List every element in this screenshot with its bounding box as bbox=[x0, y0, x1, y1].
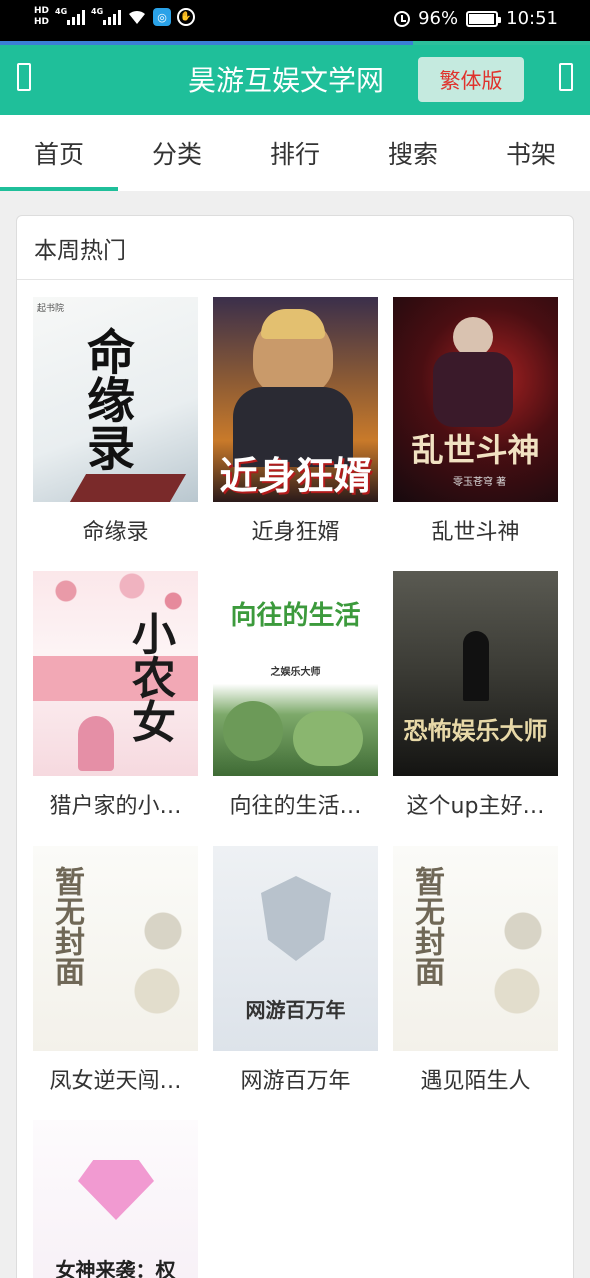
book-item[interactable]: 女神来袭：权 bbox=[33, 1120, 198, 1278]
book-item[interactable]: 起书院 命缘录 命缘录 bbox=[33, 297, 198, 546]
book-cover[interactable]: 小农女 bbox=[33, 571, 198, 776]
alarm-icon bbox=[394, 10, 411, 27]
clock: 10:51 bbox=[506, 8, 558, 29]
cover-title: 命缘录 bbox=[78, 327, 134, 471]
book-title: 乱世斗神 bbox=[431, 520, 520, 545]
cover-title: 小农女 bbox=[124, 611, 175, 743]
cover-subtitle: 之娱乐大师 bbox=[270, 667, 321, 678]
book-cover[interactable]: 暂无封面 bbox=[33, 846, 198, 1051]
book-cover[interactable]: 女神来袭：权 bbox=[33, 1120, 198, 1278]
book-item[interactable]: 暂无封面 遇见陌生人 bbox=[393, 846, 558, 1095]
hd-label: HD bbox=[34, 6, 50, 16]
book-title: 向往的生活… bbox=[229, 794, 362, 819]
book-title: 遇见陌生人 bbox=[420, 1069, 531, 1094]
tab-category[interactable]: 分类 bbox=[118, 115, 236, 191]
weekly-hot-panel: 本周热门 起书院 命缘录 命缘录 近身狂婿 近身狂婿 乱世斗神 零玉苍穹 著 乱… bbox=[16, 215, 574, 1278]
battery-percent: 96% bbox=[418, 8, 459, 29]
book-cover[interactable]: 恐怖娱乐大师 bbox=[393, 571, 558, 776]
site-title-text: 昊游互娱文学网 bbox=[187, 64, 384, 97]
cover-publisher: 起书院 bbox=[37, 304, 65, 314]
book-cover[interactable]: 暂无封面 bbox=[393, 846, 558, 1051]
book-item[interactable]: 近身狂婿 近身狂婿 bbox=[213, 297, 378, 546]
book-item[interactable]: 乱世斗神 零玉苍穹 著 乱世斗神 bbox=[393, 297, 558, 546]
book-title: 这个up主好… bbox=[406, 794, 545, 819]
battery-icon bbox=[466, 10, 502, 27]
status-bar: HD HD 4G 4G ◎ ✋ 96% 10:51 bbox=[0, 0, 590, 41]
book-item[interactable]: 恐怖娱乐大师 这个up主好… bbox=[393, 571, 558, 820]
signal-label-2: 4G bbox=[91, 7, 104, 16]
cover-title: 暂无封面 bbox=[409, 866, 444, 986]
hd-indicator: HD HD bbox=[34, 6, 49, 28]
tab-home[interactable]: 首页 bbox=[0, 115, 118, 191]
cover-title: 恐怖娱乐大师 bbox=[403, 716, 548, 745]
cover-title: 暂无封面 bbox=[49, 866, 84, 986]
traditional-chinese-button[interactable]: 繁体版 bbox=[418, 57, 524, 102]
book-item[interactable]: 暂无封面 凤女逆天闯… bbox=[33, 846, 198, 1095]
book-title: 网游百万年 bbox=[240, 1069, 351, 1094]
book-cover[interactable]: 近身狂婿 bbox=[213, 297, 378, 502]
wifi-icon bbox=[127, 9, 147, 25]
tab-bookshelf[interactable]: 书架 bbox=[472, 115, 590, 191]
cover-title: 网游百万年 bbox=[245, 998, 346, 1022]
cover-title: 近身狂婿 bbox=[219, 453, 372, 498]
book-cover[interactable]: 向往的生活 之娱乐大师 bbox=[213, 571, 378, 776]
book-item[interactable]: 网游百万年 网游百万年 bbox=[213, 846, 378, 1095]
book-item[interactable]: 小农女 猎户家的小… bbox=[33, 571, 198, 820]
book-cover[interactable]: 乱世斗神 零玉苍穹 著 bbox=[393, 297, 558, 502]
book-cover[interactable]: 起书院 命缘录 bbox=[33, 297, 198, 502]
section-title: 本周热门 bbox=[17, 216, 573, 280]
user-icon[interactable] bbox=[559, 63, 573, 91]
app-header: 昊游互娱文学网 繁体版 bbox=[0, 45, 590, 115]
book-title: 凤女逆天闯… bbox=[49, 1069, 182, 1094]
book-title: 猎户家的小… bbox=[49, 794, 182, 819]
hd-label-2: HD bbox=[34, 17, 50, 27]
cover-author: 零玉苍穹 著 bbox=[453, 477, 507, 488]
signal-icon-2: 4G bbox=[91, 7, 122, 25]
book-item[interactable]: 向往的生活 之娱乐大师 向往的生活… bbox=[213, 571, 378, 820]
book-cover[interactable]: 网游百万年 bbox=[213, 846, 378, 1051]
signal-icon: 4G bbox=[55, 7, 86, 25]
cover-title: 女神来袭：权 bbox=[55, 1258, 176, 1278]
tab-search[interactable]: 搜索 bbox=[354, 115, 472, 191]
book-title: 近身狂婿 bbox=[251, 520, 340, 545]
book-title: 命缘录 bbox=[82, 520, 149, 545]
nav-tabs: 首页 分类 排行 搜索 书架 bbox=[0, 115, 590, 191]
signal-label: 4G bbox=[55, 7, 68, 16]
cover-title: 向往的生活 bbox=[230, 601, 361, 631]
cover-title: 乱世斗神 bbox=[411, 431, 540, 469]
browser-app-icon: ◎ bbox=[153, 8, 172, 26]
tab-ranking[interactable]: 排行 bbox=[236, 115, 354, 191]
hand-app-icon: ✋ bbox=[177, 8, 196, 26]
